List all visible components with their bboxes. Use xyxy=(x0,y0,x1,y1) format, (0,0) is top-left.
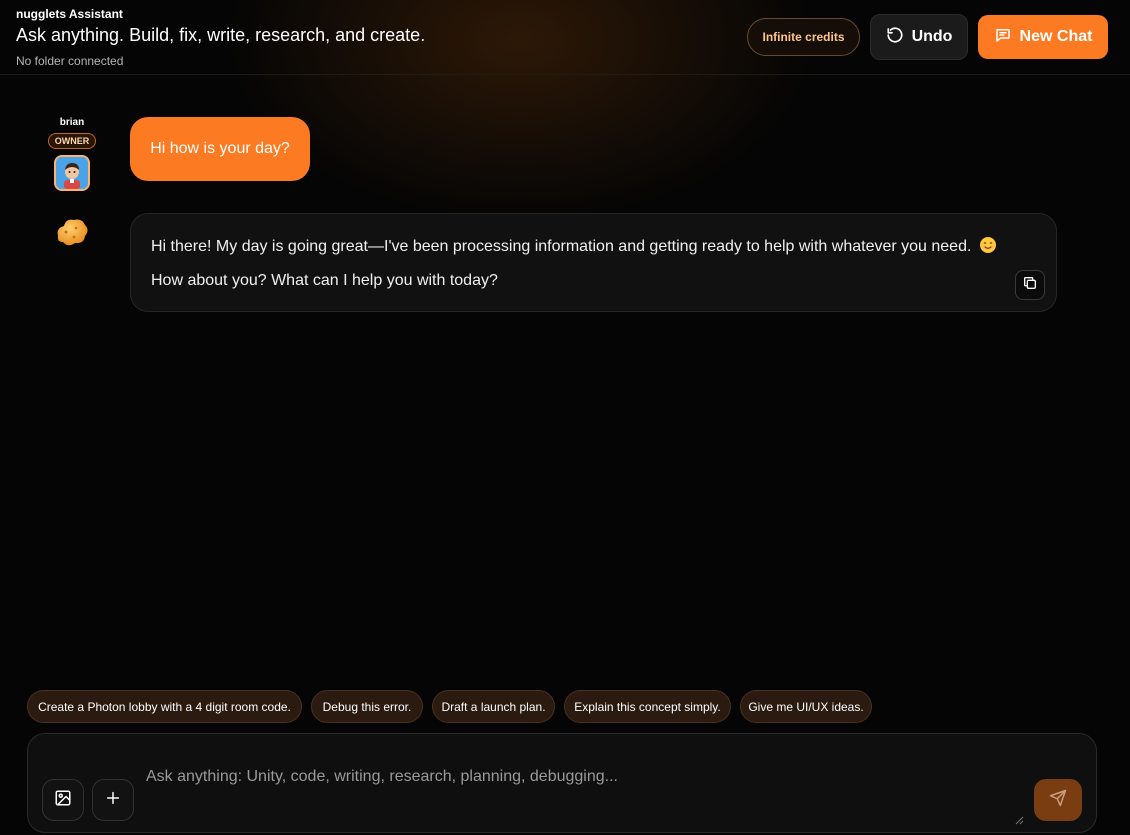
suggestion-chip[interactable]: Explain this concept simply. xyxy=(564,690,731,723)
new-chat-label: New Chat xyxy=(1019,28,1093,45)
suggestion-chip[interactable]: Give me UI/UX ideas. xyxy=(740,690,872,723)
app-name: nugglets Assistant xyxy=(16,7,123,21)
assistant-message-line: Hi there! My day is going great—I've bee… xyxy=(151,237,996,256)
nugget-icon xyxy=(52,212,92,252)
role-badge-label: OWNER xyxy=(54,136,90,146)
copy-icon xyxy=(1022,275,1038,296)
send-icon xyxy=(1049,789,1067,812)
header: nugglets Assistant Ask anything. Build, … xyxy=(0,0,1130,75)
suggestion-label: Create a Photon lobby with a 4 digit roo… xyxy=(38,699,291,714)
assistant-message-text: Hi there! My day is going great—I've bee… xyxy=(151,238,972,255)
attach-image-button[interactable] xyxy=(42,779,84,821)
user-message-text: Hi how is your day? xyxy=(150,140,290,157)
send-button[interactable] xyxy=(1034,779,1082,821)
user-name: brian xyxy=(59,117,85,128)
suggestion-chip[interactable]: Debug this error. xyxy=(311,690,423,723)
prompt-input[interactable] xyxy=(146,768,1026,822)
undo-button[interactable]: Undo xyxy=(870,14,968,60)
suggestion-label: Explain this concept simply. xyxy=(574,699,721,714)
new-chat-button[interactable]: New Chat xyxy=(978,15,1108,59)
folder-status: No folder connected xyxy=(16,54,124,68)
suggestion-chip[interactable]: Draft a launch plan. xyxy=(432,690,555,723)
role-badge: OWNER xyxy=(48,133,96,149)
suggestion-label: Give me UI/UX ideas. xyxy=(748,699,864,714)
page-title: Ask anything. Build, fix, write, researc… xyxy=(16,25,426,45)
suggestion-label: Draft a launch plan. xyxy=(441,699,546,714)
undo-label: Undo xyxy=(911,28,953,45)
chat-bubble-icon xyxy=(994,26,1012,49)
composer xyxy=(27,733,1097,833)
credits-badge[interactable]: Infinite credits xyxy=(747,18,860,56)
assistant-message: Hi there! My day is going great—I've bee… xyxy=(130,213,1057,312)
avatar xyxy=(54,155,90,191)
smiling-emoji-icon xyxy=(979,237,996,253)
suggestion-label: Debug this error. xyxy=(322,699,412,714)
resize-handle-icon[interactable] xyxy=(1014,812,1024,825)
credits-label: Infinite credits xyxy=(762,30,845,44)
copy-button[interactable] xyxy=(1015,270,1045,300)
add-button[interactable] xyxy=(92,779,134,821)
undo-icon xyxy=(886,26,904,49)
assistant-message-text-2: How about you? What can I help you with … xyxy=(151,272,498,289)
suggestion-chip[interactable]: Create a Photon lobby with a 4 digit roo… xyxy=(27,690,302,723)
plus-icon xyxy=(105,790,121,811)
image-icon xyxy=(54,789,72,812)
user-message: Hi how is your day? xyxy=(130,117,310,181)
